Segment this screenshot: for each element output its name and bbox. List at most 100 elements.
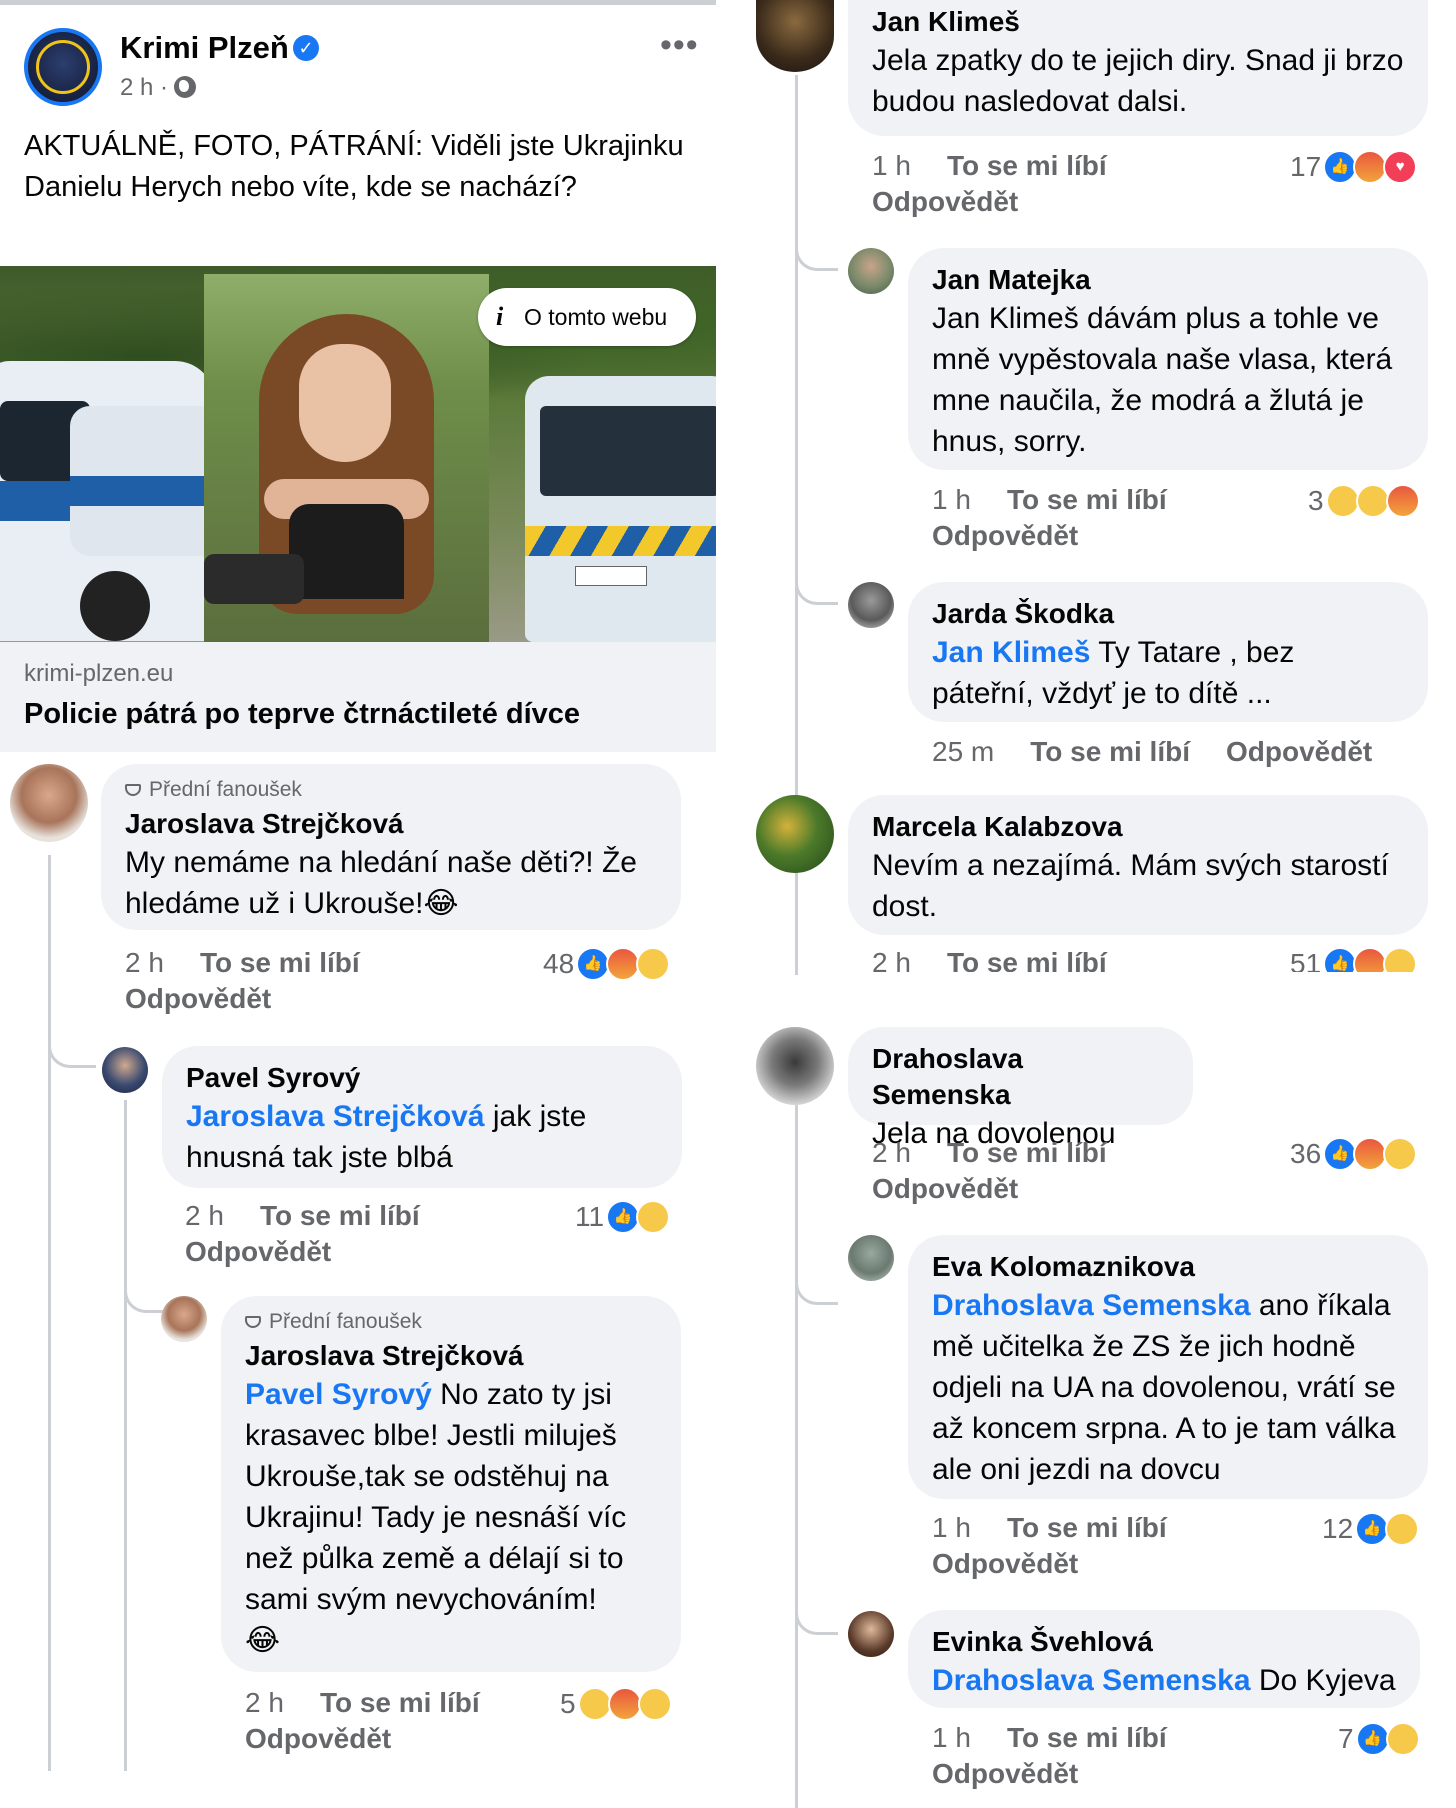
- diamond-icon: [245, 1316, 261, 1328]
- reaction-count: 5: [560, 1687, 576, 1719]
- verified-icon: ✓: [293, 35, 319, 61]
- like-button[interactable]: To se mi líbí: [200, 945, 360, 981]
- reaction-summary[interactable]: 7 👍: [1338, 1720, 1420, 1756]
- like-reaction-icon: 👍: [1323, 1136, 1358, 1171]
- comments-column: Jan Klimeš Jela zpatky do te jejich diry…: [740, 0, 1456, 1808]
- like-reaction-icon: 👍: [1323, 946, 1358, 972]
- comment-time[interactable]: 2 h: [245, 1685, 284, 1721]
- page-avatar[interactable]: [24, 28, 102, 106]
- top-fan-badge: Přední fanoušek: [125, 778, 657, 802]
- reaction-summary[interactable]: 36 👍: [1290, 1135, 1418, 1171]
- more-options-icon[interactable]: •••: [660, 26, 699, 65]
- comment-time[interactable]: 1 h: [932, 1720, 971, 1756]
- like-button[interactable]: To se mi líbí: [947, 1135, 1107, 1171]
- commenter-avatar[interactable]: [756, 1027, 834, 1105]
- comment-bubble: Marcela Kalabzova Nevím a nezajímá. Mám …: [848, 795, 1428, 935]
- like-button[interactable]: To se mi líbí: [1007, 1510, 1167, 1546]
- commenter-avatar[interactable]: [10, 764, 88, 842]
- commenter-avatar[interactable]: [848, 1611, 894, 1657]
- commenter-avatar[interactable]: [848, 1235, 894, 1281]
- mention-link[interactable]: Jan Klimeš: [932, 636, 1090, 669]
- reply-button[interactable]: Odpovědět: [872, 184, 1107, 220]
- comment-time[interactable]: 25 m: [932, 734, 994, 770]
- reply-button[interactable]: Odpovědět: [872, 1171, 1107, 1207]
- comment-text: Drahoslava Semenska ano říkala mě učitel…: [932, 1289, 1396, 1486]
- comment-author[interactable]: Jan Klimeš: [872, 4, 1404, 40]
- like-button[interactable]: To se mi líbí: [947, 945, 1107, 972]
- comment-author[interactable]: Pavel Syrový: [186, 1060, 658, 1096]
- comment-author[interactable]: Jaroslava Strejčková: [125, 806, 657, 842]
- like-button[interactable]: To se mi líbí: [1030, 734, 1190, 770]
- like-button[interactable]: To se mi líbí: [947, 148, 1107, 184]
- mention-link[interactable]: Drahoslava Semenska: [932, 1289, 1251, 1322]
- missing-girl-photo: [204, 274, 489, 642]
- reaction-count: 7: [1338, 1722, 1354, 1754]
- page-name[interactable]: Krimi Plzeň: [120, 30, 289, 66]
- haha-reaction-icon: [1383, 1136, 1418, 1171]
- commenter-avatar[interactable]: [848, 582, 894, 628]
- like-button[interactable]: To se mi líbí: [320, 1685, 480, 1721]
- comment-actions: 2 h To se mi líbí Odpovědět: [872, 1135, 1107, 1207]
- thread-line: [124, 1100, 127, 1771]
- mention-link[interactable]: Jaroslava Strejčková: [186, 1100, 485, 1133]
- comment-time[interactable]: 2 h: [872, 1135, 911, 1171]
- post-time[interactable]: 2 h ·: [120, 74, 168, 101]
- mention-link[interactable]: Drahoslava Semenska: [932, 1664, 1251, 1697]
- comment-time[interactable]: 2 h: [185, 1198, 224, 1234]
- reaction-summary[interactable]: 51 👍: [1290, 945, 1418, 972]
- mention-link[interactable]: Pavel Syrový: [245, 1378, 432, 1411]
- comment-bubble: Jan Klimeš Jela zpatky do te jejich diry…: [848, 0, 1428, 136]
- reply-button[interactable]: Odpovědět: [125, 981, 360, 1017]
- reaction-summary[interactable]: 5: [560, 1685, 672, 1721]
- link-domain: krimi-plzen.eu: [24, 660, 174, 687]
- like-reaction-icon: 👍: [1355, 1511, 1390, 1546]
- reply-button[interactable]: Odpovědět: [185, 1234, 420, 1270]
- commenter-avatar[interactable]: [756, 795, 834, 873]
- reaction-count: 11: [575, 1200, 605, 1232]
- like-reaction-icon: 👍: [606, 1199, 641, 1234]
- comment-author[interactable]: Evinka Švehlová: [932, 1624, 1396, 1660]
- angry-reaction-icon: [1353, 1136, 1388, 1171]
- comment-time[interactable]: 1 h: [872, 148, 911, 184]
- comment-time[interactable]: 2 h: [872, 945, 911, 972]
- reply-button[interactable]: Odpovědět: [932, 518, 1167, 554]
- link-preview-box[interactable]: [0, 642, 716, 752]
- comment-author[interactable]: Jarda Škodka: [932, 596, 1404, 632]
- comment-author[interactable]: Marcela Kalabzova: [872, 809, 1404, 845]
- reply-button[interactable]: Odpovědět: [245, 1721, 480, 1757]
- comment-author[interactable]: Drahoslava Semenska: [872, 1041, 1169, 1113]
- reaction-count: 3: [1308, 484, 1324, 516]
- about-website-button[interactable]: i O tomto webu: [478, 288, 696, 346]
- comment-time[interactable]: 1 h: [932, 482, 971, 518]
- reply-button[interactable]: Odpovědět: [932, 1756, 1167, 1792]
- like-button[interactable]: To se mi líbí: [260, 1198, 420, 1234]
- reaction-summary[interactable]: 12 👍: [1322, 1510, 1420, 1546]
- like-button[interactable]: To se mi líbí: [1007, 1720, 1167, 1756]
- reaction-summary[interactable]: 48 👍: [543, 945, 671, 981]
- comment-actions: 1 h To se mi líbí Odpovědět: [872, 148, 1107, 220]
- commenter-avatar[interactable]: [848, 248, 894, 294]
- reply-button[interactable]: Odpovědět: [932, 1546, 1167, 1582]
- commenter-avatar[interactable]: [161, 1296, 207, 1342]
- comment-author[interactable]: Eva Kolomaznikova: [932, 1249, 1404, 1285]
- like-button[interactable]: To se mi líbí: [1007, 482, 1167, 518]
- love-reaction-icon: ♥: [1383, 149, 1418, 184]
- commenter-avatar[interactable]: [756, 0, 834, 72]
- comment-author[interactable]: Jaroslava Strejčková: [245, 1338, 657, 1374]
- comment-actions: 2 h To se mi líbí Odpovědět: [185, 1198, 420, 1270]
- reaction-summary[interactable]: 17 👍 ♥: [1290, 148, 1418, 184]
- reply-button[interactable]: Odpovědět: [1226, 734, 1372, 770]
- comment-time[interactable]: 2 h: [125, 945, 164, 981]
- like-reaction-icon: 👍: [576, 946, 611, 981]
- comment-author[interactable]: Jan Matejka: [932, 262, 1404, 298]
- police-van-left-rear: [70, 406, 220, 556]
- commenter-avatar[interactable]: [102, 1047, 148, 1093]
- comment-text: Nevím a nezajímá. Mám svých starostí dos…: [872, 849, 1389, 923]
- reaction-count: 36: [1290, 1137, 1322, 1169]
- top-divider: [0, 0, 716, 5]
- link-title[interactable]: Policie pátrá po teprve čtrnáctileté dív…: [24, 698, 580, 731]
- reaction-summary[interactable]: 11 👍: [575, 1198, 671, 1234]
- comment-bubble: Jan Matejka Jan Klimeš dávám plus a tohl…: [908, 248, 1428, 470]
- comment-time[interactable]: 1 h: [932, 1510, 971, 1546]
- reaction-summary[interactable]: 3: [1308, 482, 1420, 518]
